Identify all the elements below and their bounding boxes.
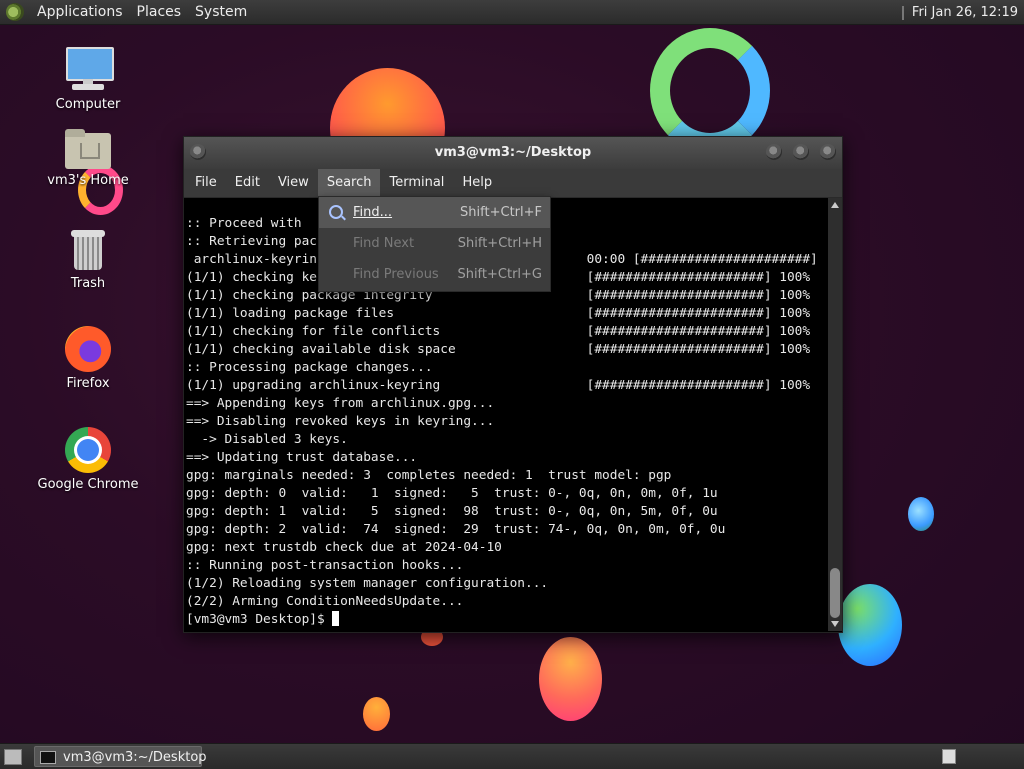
firefox-icon (65, 326, 111, 372)
chrome-icon (65, 427, 111, 473)
desktop-icon-home[interactable]: vm3's Home (23, 127, 153, 188)
terminal-prompt: [vm3@vm3 Desktop]$ (186, 612, 333, 627)
terminal-line: gpg: depth: 1 valid: 5 signed: 98 trust:… (186, 504, 718, 519)
menu-view[interactable]: View (269, 169, 318, 197)
terminal-line: ==> Disabling revoked keys in keyring... (186, 414, 495, 429)
menu-help[interactable]: Help (453, 169, 501, 197)
terminal-line: (1/2) Reloading system manager configura… (186, 576, 549, 591)
taskbar-window-button[interactable]: vm3@vm3:~/Desktop (34, 746, 207, 767)
scrollbar-thumb[interactable] (830, 568, 840, 618)
clock-area: Fri Jan 26, 12:19 (901, 0, 1024, 25)
window-title: vm3@vm3:~/Desktop (434, 145, 592, 160)
find-icon (329, 205, 343, 219)
wallpaper-small-orange (363, 697, 390, 731)
distro-logo-icon[interactable] (6, 3, 24, 21)
show-desktop-icon[interactable] (4, 749, 22, 765)
terminal-menubar: File Edit View Search Terminal Help (184, 169, 842, 198)
top-panel: Applications Places System Fri Jan 26, 1… (0, 0, 1024, 25)
terminal-line: gpg: depth: 0 valid: 1 signed: 5 trust: … (186, 486, 718, 501)
terminal-line: gpg: marginals needed: 3 completes neede… (186, 468, 672, 483)
wallpaper-ring (650, 28, 770, 153)
desktop-icon-label: Computer (55, 97, 121, 112)
system-menu[interactable]: System (188, 0, 254, 25)
wallpaper-green-blob (838, 584, 902, 666)
desktop-icon-chrome[interactable]: Google Chrome (23, 427, 153, 492)
trash-icon (70, 228, 106, 272)
terminal-line: (1/1) loading package files [###########… (186, 306, 811, 321)
menu-item-label: Find... (353, 205, 393, 220)
menu-item-shortcut: Shift+Ctrl+G (457, 267, 542, 282)
scroll-up-arrow-icon[interactable] (831, 202, 839, 208)
menu-item-shortcut: Shift+Ctrl+H (457, 236, 542, 251)
desktop-icon-label: Firefox (66, 376, 110, 391)
panel-separator (901, 5, 904, 20)
terminal-line: (1/1) checking for file conflicts [#####… (186, 324, 811, 339)
scroll-down-arrow-icon[interactable] (831, 621, 839, 627)
desktop-icon-firefox[interactable]: Firefox (23, 326, 153, 391)
menu-item-shortcut: Shift+Ctrl+F (460, 205, 542, 220)
terminal-line: :: Running post-transaction hooks... (186, 558, 464, 573)
menu-terminal[interactable]: Terminal (380, 169, 453, 197)
menu-item-find[interactable]: Find... Shift+Ctrl+F (319, 197, 550, 228)
menu-item-find-next[interactable]: Find Next Shift+Ctrl+H (319, 228, 550, 259)
menu-search[interactable]: Search (317, 169, 381, 197)
terminal-line: (1/1) checking available disk space [###… (186, 342, 811, 357)
wallpaper-blue-dot (908, 497, 934, 531)
minimize-button[interactable] (766, 144, 782, 160)
terminal-line: :: Retrieving pac (186, 234, 317, 249)
computer-icon (64, 45, 114, 93)
terminal-line: :: Proceed with (186, 216, 310, 231)
terminal-line: -> Disabled 3 keys. (186, 432, 348, 447)
terminal-line: ==> Updating trust database... (186, 450, 418, 465)
menu-file[interactable]: File (186, 169, 226, 197)
terminal-line: ==> Appending keys from archlinux.gpg... (186, 396, 495, 411)
terminal-line: :: Processing package changes... (186, 360, 433, 375)
workspace-switcher[interactable] (942, 749, 956, 764)
menu-item-find-previous[interactable]: Find Previous Shift+Ctrl+G (319, 259, 550, 290)
home-folder-icon (65, 127, 111, 169)
menu-edit[interactable]: Edit (226, 169, 269, 197)
window-menu-icon[interactable] (190, 144, 206, 160)
taskbar-window-label: vm3@vm3:~/Desktop (63, 750, 207, 765)
window-titlebar[interactable]: vm3@vm3:~/Desktop (184, 137, 842, 169)
close-button[interactable] (820, 144, 836, 160)
maximize-button[interactable] (793, 144, 809, 160)
clock[interactable]: Fri Jan 26, 12:19 (912, 5, 1024, 20)
menu-item-label: Find Next (353, 236, 415, 251)
terminal-line: gpg: next trustdb check due at 2024-04-1… (186, 540, 502, 555)
desktop-icon-label: Google Chrome (37, 477, 139, 492)
terminal-line: (1/1) upgrading archlinux-keyring [#####… (186, 378, 811, 393)
terminal-scrollbar[interactable] (828, 198, 842, 631)
desktop-icon-trash[interactable]: Trash (23, 228, 153, 291)
terminal-line: gpg: depth: 2 valid: 74 signed: 29 trust… (186, 522, 726, 537)
desktop-icon-label: vm3's Home (47, 173, 129, 188)
menu-item-label: Find Previous (353, 267, 439, 282)
applications-menu[interactable]: Applications (30, 0, 130, 25)
text-cursor (332, 611, 340, 626)
terminal-icon (40, 751, 56, 764)
wallpaper-pink-blob (539, 637, 602, 721)
places-menu[interactable]: Places (130, 0, 189, 25)
bottom-panel: vm3@vm3:~/Desktop (0, 743, 1024, 769)
search-dropdown-menu: Find... Shift+Ctrl+F Find Next Shift+Ctr… (318, 196, 551, 292)
terminal-line: (2/2) Arming ConditionNeedsUpdate... (186, 594, 464, 609)
desktop-icon-label: Trash (70, 276, 106, 291)
desktop-icon-computer[interactable]: Computer (23, 45, 153, 112)
